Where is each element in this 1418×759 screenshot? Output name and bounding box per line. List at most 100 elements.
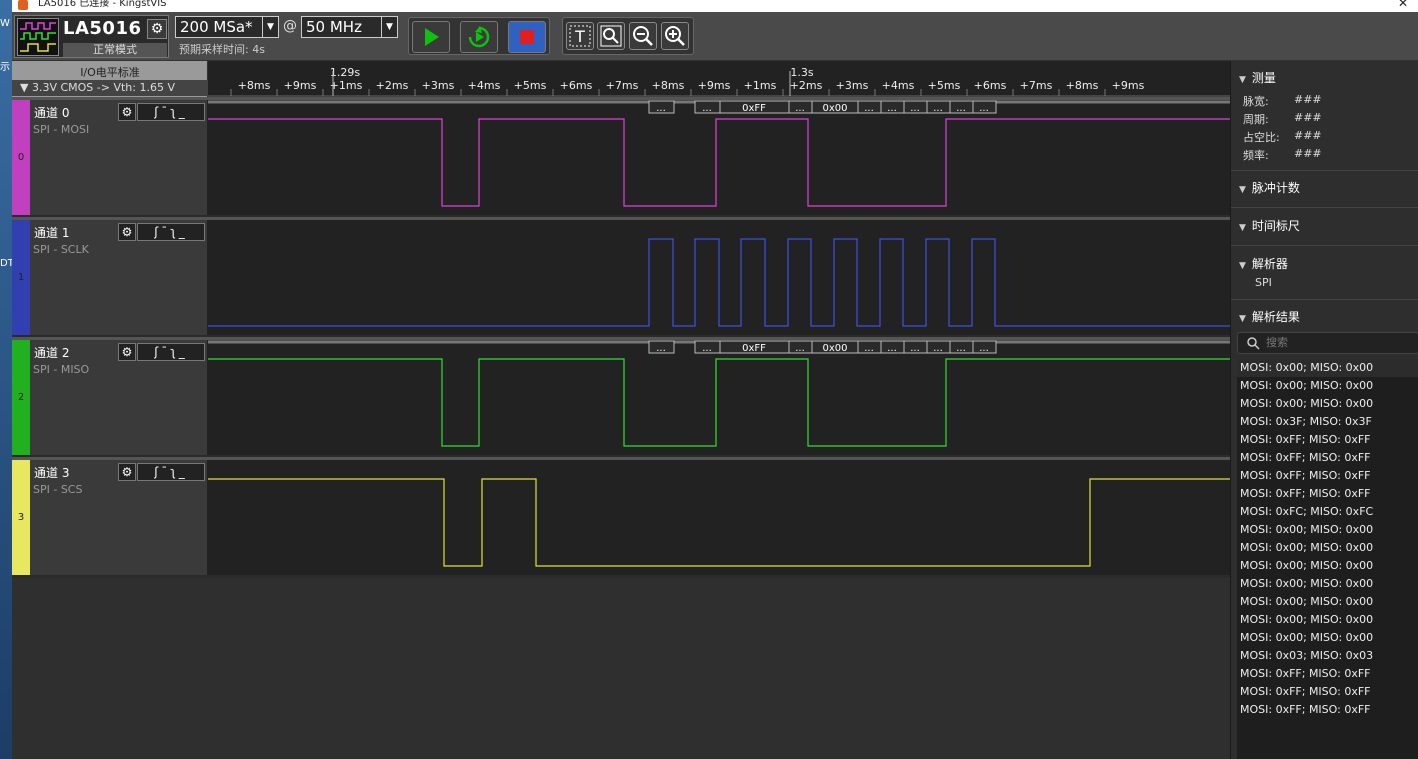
stop-button[interactable] [508,21,546,53]
device-settings-gear-icon[interactable]: ⚙ [147,19,167,39]
trigger-select[interactable]: ʃ¯ʅ_ [137,103,205,121]
ruler-tick-label: +2ms [790,79,823,92]
window-title: LA5016 已连接 - KingstVIS [38,0,167,9]
measure-section-header[interactable]: 测量 [1239,69,1276,86]
zoom-area-icon[interactable] [597,22,625,50]
result-item[interactable]: MOSI: 0x00; MISO: 0x00 [1237,575,1418,593]
channel-protocol: SPI - SCLK [33,243,89,256]
result-item[interactable]: MOSI: 0xFF; MISO: 0xFF [1237,485,1418,503]
search-input[interactable]: 搜索 [1237,332,1418,354]
decode-label: ... [656,103,666,114]
decode-label: ... [702,103,712,114]
results-section-header[interactable]: 解析结果 [1239,308,1300,325]
channel-name[interactable]: 通道 2 [34,344,69,361]
gear-icon[interactable]: ⚙ [118,463,136,481]
zoom-in-icon[interactable] [661,22,689,50]
gear-icon[interactable]: ⚙ [118,343,136,361]
io-level-value[interactable]: ▼ 3.3V CMOS -> Vth: 1.65 V [12,80,208,96]
ruler-tick-label: +9ms [1112,79,1145,92]
result-item[interactable]: MOSI: 0xFF; MISO: 0xFF [1237,449,1418,467]
time-ruler[interactable]: +8ms +9ms +1ms +2ms +3ms +4ms +5ms +6ms +7ms +8ms… [208,61,1230,97]
result-item[interactable]: MOSI: 0x03; MISO: 0x03 [1237,647,1418,665]
chevron-down-icon[interactable]: ▼ [262,17,278,37]
waveform-0[interactable]: ... ... 0xFF ... 0x00 ... ... ... ... ..… [208,100,1230,215]
gear-icon[interactable]: ⚙ [118,223,136,241]
result-item[interactable]: MOSI: 0x00; MISO: 0x00 [1237,377,1418,395]
ruler-tick-label: +5ms [928,79,961,92]
measure-value: ### [1294,111,1322,124]
result-item[interactable]: MOSI: 0xFF; MISO: 0xFF [1237,701,1418,719]
channel-panel-1[interactable]: 通道 1 SPI - SCLK ⚙ ʃ¯ʅ_ [30,220,208,335]
result-item[interactable]: MOSI: 0x00; MISO: 0x00 [1237,611,1418,629]
close-icon[interactable]: ✕ [1398,0,1408,9]
ruler-tick-label: +3ms [422,79,455,92]
decode-label: 0x00 [822,343,847,354]
trigger-select[interactable]: ʃ¯ʅ_ [137,463,205,481]
channel-color-2: 2 [12,340,30,455]
channel-panel-2[interactable]: 通道 2 SPI - MISO ⚙ ʃ¯ʅ_ [30,340,208,455]
ruler-tick-label: +8ms [652,79,685,92]
channel-panel-0[interactable]: 通道 0 SPI - MOSI ⚙ ʃ¯ʅ_ [30,100,208,215]
decode-bar-miso: ... ... 0xFF ... 0x00 ... ... ... ... ..… [208,340,1230,354]
decode-label: ... [910,103,920,114]
result-item[interactable]: MOSI: 0xFF; MISO: 0xFF [1237,683,1418,701]
ruler-tick-label: +1ms [744,79,777,92]
view-tools: T [562,17,694,55]
trigger-select[interactable]: ʃ¯ʅ_ [137,223,205,241]
result-item[interactable]: MOSI: 0xFF; MISO: 0xFF [1237,431,1418,449]
waveform-3[interactable] [208,460,1230,575]
analyzer-item-spi[interactable]: SPI [1255,276,1272,289]
pulse-count-section-header[interactable]: 脉冲计数 [1239,179,1300,196]
decode-bar-mosi: ... ... 0xFF ... 0x00 ... ... ... ... ..… [208,100,1230,114]
ruler-tick-label: +4ms [882,79,915,92]
zoom-out-icon[interactable] [629,22,657,50]
waveform-1[interactable] [208,220,1230,335]
analyzer-section-header[interactable]: 解析器 [1239,255,1288,272]
decode-label: 0xFF [742,103,766,114]
text-tool-button[interactable]: T [566,22,594,50]
device-box[interactable]: LA5016 ⚙ 正常模式 [14,15,169,58]
result-item[interactable]: MOSI: 0x00; MISO: 0x00 [1237,395,1418,413]
sample-depth-select[interactable]: 50 MHz ▼ [301,16,398,38]
title-bar: LA5016 已连接 - KingstVIS ✕ [12,0,1418,12]
result-item[interactable]: MOSI: 0x3F; MISO: 0x3F [1237,413,1418,431]
results-list[interactable]: MOSI: 0x00; MISO: 0x00 MOSI: 0x00; MISO: … [1237,359,1418,759]
gear-icon[interactable]: ⚙ [118,103,136,121]
channel-panel-3[interactable]: 通道 3 SPI - SCS ⚙ ʃ¯ʅ_ [30,460,208,575]
channel-name[interactable]: 通道 3 [34,464,69,481]
sample-rate-value: 200 MSa* [180,18,253,36]
chevron-down-icon[interactable]: ▼ [381,17,397,37]
channel-protocol: SPI - MOSI [33,123,90,136]
loop-capture-button[interactable] [460,21,498,53]
result-item[interactable]: MOSI: 0x00; MISO: 0x00 [1237,557,1418,575]
waveform-2[interactable]: ... ... 0xFF ... 0x00 ... ... ... ... ..… [208,340,1230,455]
ruler-tick-label: +1ms [330,79,363,92]
channel-color-0: 0 [12,100,30,215]
result-item[interactable]: MOSI: 0x00; MISO: 0x00 [1237,359,1418,377]
result-item[interactable]: MOSI: 0x00; MISO: 0x00 [1237,593,1418,611]
decode-label: ... [864,103,874,114]
measure-label: 占空比: [1243,131,1280,144]
channel-name[interactable]: 通道 1 [34,224,69,241]
time-ruler-section-header[interactable]: 时间标尺 [1239,217,1300,234]
result-item[interactable]: MOSI: 0xFF; MISO: 0xFF [1237,665,1418,683]
result-item[interactable]: MOSI: 0xFF; MISO: 0xFF [1237,467,1418,485]
measure-value: ### [1294,147,1322,160]
measure-pulse-width: 脉宽: ### [1243,93,1322,109]
result-item[interactable]: MOSI: 0xFC; MISO: 0xFC [1237,503,1418,521]
trigger-select[interactable]: ʃ¯ʅ_ [137,343,205,361]
ruler-tick-label: +9ms [284,79,317,92]
decode-label: ... [956,343,966,354]
result-item[interactable]: MOSI: 0x00; MISO: 0x00 [1237,539,1418,557]
sample-rate-select[interactable]: 200 MSa* ▼ [175,16,279,38]
channel-name[interactable]: 通道 0 [34,104,69,121]
io-level-header[interactable]: I/O电平标准 ▼ 3.3V CMOS -> Vth: 1.65 V [12,61,208,97]
ruler-tick-label: +4ms [468,79,501,92]
measure-frequency: 频率: ### [1243,147,1322,163]
channel-number: 2 [17,392,25,403]
search-placeholder: 搜索 [1266,336,1288,349]
result-item[interactable]: MOSI: 0x00; MISO: 0x00 [1237,521,1418,539]
result-item[interactable]: MOSI: 0x00; MISO: 0x00 [1237,629,1418,647]
start-button[interactable] [412,21,450,53]
waveform-empty-area[interactable] [12,578,1230,759]
